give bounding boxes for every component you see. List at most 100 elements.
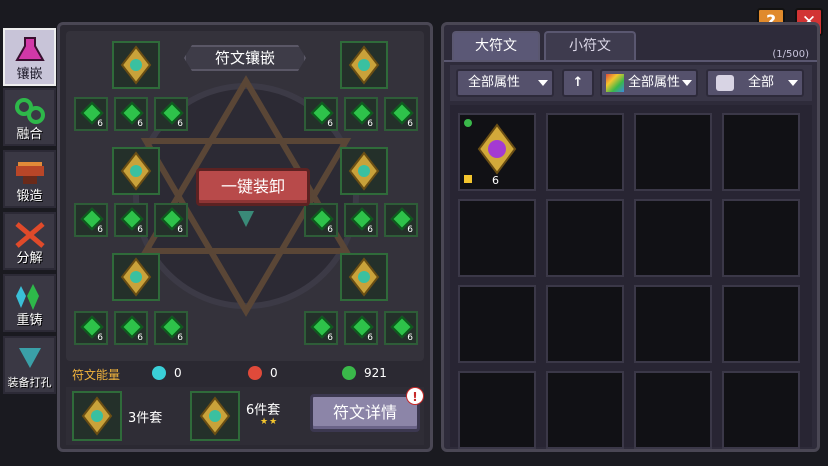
nav-fuse[interactable]: 融合 [3, 88, 56, 146]
rune-level: 6 [177, 119, 183, 129]
rune-board: 符文镶嵌 6 6 6 6 6 6 6 6 6 6 6 6 6 6 6 6 6 6… [66, 31, 424, 361]
small-rune-slot[interactable]: 6 [384, 203, 418, 237]
rune-inlay-panel: 符文镶嵌 6 6 6 6 6 6 6 6 6 6 6 6 6 6 6 6 6 6… [57, 22, 433, 452]
inventory-slot-empty[interactable] [722, 371, 800, 449]
rune-level: 6 [97, 333, 103, 343]
nav-reforge[interactable]: 重铸 [3, 274, 56, 332]
inventory-slot-empty[interactable] [722, 113, 800, 191]
nav-socket[interactable]: 装备打孔 [3, 336, 56, 394]
drill-icon [19, 348, 41, 368]
small-rune-slot[interactable]: 6 [304, 311, 338, 345]
small-rune-slot[interactable]: 6 [384, 97, 418, 131]
nav-decompose[interactable]: 分解 [3, 212, 56, 270]
side-nav: 镶嵌 融合 锻造 分解 重铸 装备打孔 [0, 22, 58, 394]
small-rune-slot[interactable]: 6 [344, 203, 378, 237]
unequip-all-button[interactable]: 一键装卸 [196, 168, 310, 206]
set-6-stars: ★★ [260, 417, 279, 427]
attribute-filter-dropdown[interactable]: 全部属性 [456, 69, 554, 97]
color-attribute-dropdown[interactable]: 全部属性 [600, 69, 698, 97]
crystal-icon [16, 284, 39, 310]
nav-inlay-label: 镶嵌 [16, 67, 43, 82]
energy-label: 符文能量 [72, 368, 121, 382]
tab-small-rune[interactable]: 小符文 [544, 31, 636, 61]
rune-level: 6 [137, 333, 143, 343]
green-energy-icon [342, 366, 356, 380]
rune-icon [199, 396, 231, 436]
big-rune-slot[interactable] [340, 147, 388, 195]
tab-big-rune[interactable]: 大符文 [452, 31, 540, 61]
inventory-slot-empty[interactable] [722, 199, 800, 277]
inventory-slot-empty[interactable] [634, 199, 712, 277]
chevron-down-icon [682, 80, 692, 86]
small-rune-slot[interactable]: 6 [154, 311, 188, 345]
big-rune-slot[interactable] [340, 253, 388, 301]
sort-button[interactable]: ↑ [562, 69, 594, 97]
set-3-slot[interactable] [72, 391, 122, 441]
small-rune-slot[interactable]: 6 [344, 311, 378, 345]
nav-decompose-label: 分解 [16, 251, 43, 266]
inventory-slot-empty[interactable] [634, 285, 712, 363]
rainbow-icon [606, 74, 624, 92]
small-rune-slot[interactable]: 6 [304, 97, 338, 131]
rune-level: 6 [327, 225, 333, 235]
small-rune-slot[interactable]: 6 [114, 203, 148, 237]
inventory-slot-filled[interactable]: 6 [458, 113, 536, 191]
big-rune-slot[interactable] [112, 147, 160, 195]
small-rune-slot[interactable]: 6 [114, 97, 148, 131]
nav-fuse-label: 融合 [16, 127, 43, 142]
small-rune-slot[interactable]: 6 [384, 311, 418, 345]
rune-icon [348, 45, 380, 85]
green-energy-value: 921 [364, 366, 387, 380]
chain-icon [15, 98, 45, 124]
rune-sets: 3件套 6件套 ★★ 符文详情 ! [66, 387, 424, 445]
rune-inventory-panel: 大符文 小符文 (1/500) 全部属性 ↑ 全部属性 全部 6 [441, 22, 820, 452]
inventory-slot-empty[interactable] [458, 285, 536, 363]
rune-details-button[interactable]: 符文详情 [310, 394, 420, 432]
set-3-label: 3件套 [128, 411, 163, 426]
small-rune-slot[interactable]: 6 [74, 203, 108, 237]
color-attribute-value: 全部属性 [628, 75, 681, 90]
small-rune-slot[interactable]: 6 [304, 203, 338, 237]
inventory-slot-empty[interactable] [634, 371, 712, 449]
big-rune-slot[interactable] [112, 253, 160, 301]
small-rune-slot[interactable]: 6 [154, 203, 188, 237]
type-filter-dropdown[interactable]: 全部 [706, 69, 804, 97]
rune-icon [81, 396, 113, 436]
nav-reforge-label: 重铸 [16, 313, 43, 328]
nav-forge[interactable]: 锻造 [3, 150, 56, 208]
blue-energy-value: 0 [174, 366, 182, 380]
inventory-slot-empty[interactable] [546, 113, 624, 191]
chevron-down-icon [538, 80, 548, 86]
anvil-icon [16, 162, 44, 184]
nav-socket-label: 装备打孔 [7, 376, 52, 389]
panel-title: 符文镶嵌 [184, 45, 306, 71]
small-rune-slot[interactable]: 6 [74, 311, 108, 345]
inventory-slot-empty[interactable] [546, 199, 624, 277]
nav-inlay[interactable]: 镶嵌 [3, 28, 56, 86]
small-rune-slot[interactable]: 6 [74, 97, 108, 131]
rune-level: 6 [407, 119, 413, 129]
lock-icon [464, 175, 472, 183]
chevron-down-icon [788, 80, 798, 86]
inventory-slot-empty[interactable] [458, 199, 536, 277]
small-rune-slot[interactable]: 6 [344, 97, 378, 131]
flask-icon [15, 37, 45, 61]
rune-level: 6 [177, 333, 183, 343]
blue-energy-icon [152, 366, 166, 380]
inventory-slot-empty[interactable] [546, 285, 624, 363]
inventory-slot-empty[interactable] [546, 371, 624, 449]
inventory-slot-empty[interactable] [722, 285, 800, 363]
inventory-slot-empty[interactable] [458, 371, 536, 449]
rune-level: 6 [407, 333, 413, 343]
rune-level: 6 [492, 174, 499, 187]
tab-divider [444, 60, 817, 62]
small-rune-slot[interactable]: 6 [114, 311, 148, 345]
big-rune-slot[interactable] [340, 41, 388, 89]
rune-icon [120, 45, 152, 85]
rune-level: 6 [367, 119, 373, 129]
big-rune-slot[interactable] [112, 41, 160, 89]
small-rune-slot[interactable]: 6 [154, 97, 188, 131]
inventory-slot-empty[interactable] [634, 113, 712, 191]
set-6-slot[interactable] [190, 391, 240, 441]
filter-bar: 全部属性 ↑ 全部属性 全部 [450, 65, 812, 101]
